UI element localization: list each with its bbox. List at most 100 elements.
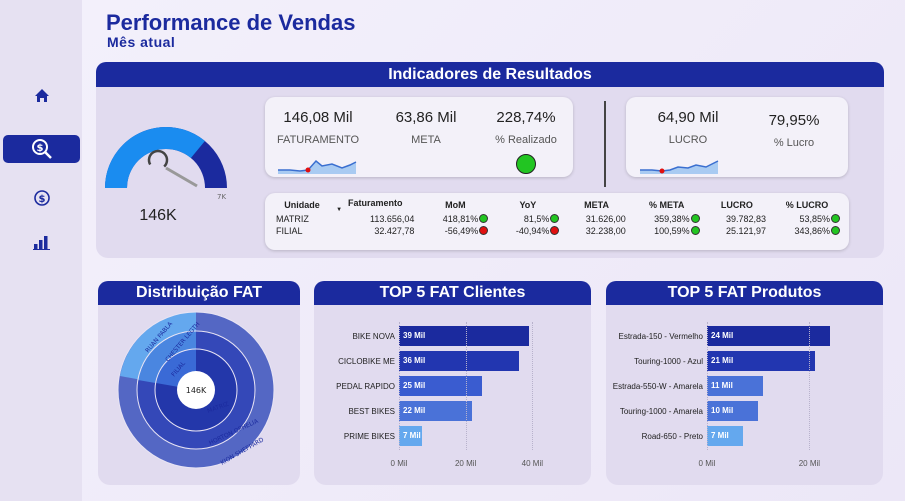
bar-data-label: 11 Mil [711, 381, 733, 390]
home-icon [34, 89, 49, 102]
status-dot [479, 214, 489, 223]
column-header-faturamento[interactable]: Faturamento ▼ [332, 196, 418, 213]
nav-finance-button[interactable]: $ [3, 184, 80, 212]
x-tick-label: 0 Mil [390, 459, 408, 468]
cell-unidade: FILIAL [276, 226, 303, 236]
cell-mom: -56,49% [418, 225, 492, 237]
status-dot [831, 226, 840, 235]
cell-pct-meta: 359,38% [630, 213, 704, 225]
bar[interactable]: 39 Mil [399, 326, 529, 346]
status-dot [831, 214, 840, 223]
column-header-meta[interactable]: META [563, 196, 629, 213]
gauge-max-label: 7K [217, 193, 226, 201]
svg-text:$: $ [38, 194, 45, 205]
nav-home-button[interactable] [3, 82, 80, 110]
cell-pct-lucro: 53,85% [770, 213, 844, 225]
cell-meta: 32.238,00 [585, 226, 626, 236]
bar-category-label: PRIME BIKES [343, 432, 395, 441]
lucro-value: 64,90 Mil [657, 109, 719, 126]
distribution-sunburst: 146K RUAN PABLA CHESTER LEGTH FILIAL MAT… [117, 311, 275, 469]
cell-unidade: MATRIZ [276, 214, 309, 224]
faturamento-label: FATURAMENTO [276, 134, 360, 146]
cell-pct-meta: 100,59% [630, 225, 704, 237]
status-dot [690, 226, 700, 235]
table-header-row: Unidade Faturamento ▼ MoM YoY META % META… [272, 196, 844, 213]
gauge-value: 146K [139, 207, 177, 224]
bar-category-label: Estrada-550-W - Amarela [612, 382, 703, 391]
column-header-unidade[interactable]: Unidade [272, 196, 332, 213]
bar[interactable]: 7 Mil [399, 426, 423, 446]
bar-category-label: BEST BIKES [348, 407, 395, 416]
indicators-banner: Indicadores de Resultados [96, 62, 884, 87]
column-header-pct-meta[interactable]: % META [630, 196, 704, 213]
bar-category-label: PEDAL RAPIDO [336, 382, 395, 391]
sunburst-center-label: 146K [186, 386, 207, 395]
bar-chart-icon [32, 236, 50, 250]
nav-search-button[interactable]: $ [3, 135, 80, 163]
gridline [707, 322, 708, 450]
x-tick-label: 20 Mil [798, 459, 821, 468]
realizado-label: % Realizado [495, 134, 557, 146]
meta-value: 63,86 Mil [395, 109, 457, 126]
gridline [399, 322, 400, 450]
table-row[interactable]: MATRIZ 113.656,04 418,81% 81,5% 31.626,0… [272, 213, 844, 225]
status-dot [690, 214, 700, 223]
pct-lucro-label: % Lucro [773, 137, 815, 149]
bar-data-label: 25 Mil [403, 381, 426, 390]
cell-yoy: -40,94% [492, 225, 563, 237]
revenue-gauge: 7K [105, 127, 227, 201]
bar-data-label: 36 Mil [403, 356, 426, 365]
realizado-value: 228,74% [496, 109, 556, 126]
bar-category-label: BIKE NOVA [352, 332, 395, 341]
bar-data-label: 21 Mil [711, 356, 734, 365]
column-header-pct-lucro[interactable]: % LUCRO [770, 196, 844, 213]
cell-faturamento: 113.656,04 [370, 214, 415, 224]
status-dot [550, 226, 560, 235]
cell-lucro: 39.782,83 [725, 214, 766, 224]
gridline [532, 322, 534, 450]
cell-pct-lucro: 343,86% [770, 225, 844, 237]
cell-lucro: 25.121,97 [725, 226, 766, 236]
bar[interactable]: 7 Mil [707, 426, 743, 446]
cell-yoy: 81,5% [492, 213, 563, 225]
nav-reports-button[interactable] [3, 228, 80, 256]
bar[interactable]: 36 Mil [399, 351, 519, 371]
column-header-mom[interactable]: MoM [418, 196, 492, 213]
bar[interactable]: 22 Mil [399, 401, 473, 421]
x-tick-label: 20 Mil [454, 459, 477, 468]
gridline [465, 322, 467, 450]
bar-category-label: Touring-1000 - Azul [634, 357, 703, 366]
cell-meta: 31.626,00 [585, 214, 626, 224]
distribution-banner: Distribuição FAT [98, 281, 300, 305]
bar[interactable]: 25 Mil [399, 376, 483, 396]
bar-data-label: 24 Mil [711, 331, 734, 340]
bar[interactable]: 21 Mil [707, 351, 815, 371]
bar-category-label: Road-650 - Preto [641, 432, 703, 441]
search-dollar-icon: $ [31, 139, 52, 159]
x-tick-label: 40 Mil [521, 459, 543, 468]
cell-faturamento: 32.427,78 [374, 226, 415, 236]
column-header-lucro[interactable]: LUCRO [704, 196, 770, 213]
bar-data-label: 10 Mil [711, 406, 734, 415]
bar-data-label: 22 Mil [403, 406, 426, 415]
bar[interactable]: 24 Mil [707, 326, 830, 346]
svg-text:$: $ [36, 143, 43, 154]
lucro-label: LUCRO [668, 134, 708, 146]
bar[interactable]: 11 Mil [707, 376, 764, 396]
realizado-status-indicator [516, 154, 536, 174]
x-tick-label: 0 Mil [698, 459, 716, 468]
dollar-icon: $ [33, 190, 50, 206]
divider [604, 101, 606, 187]
column-header-yoy[interactable]: YoY [492, 196, 563, 213]
table-row[interactable]: FILIAL 32.427,78 -56,49% -40,94% 32.238,… [272, 225, 844, 237]
pct-lucro-value: 79,95% [768, 112, 820, 129]
sidebar: $ $ [0, 0, 82, 501]
bar-category-label: Touring-1000 - Amarela [619, 407, 703, 416]
meta-label: META [411, 134, 441, 146]
bar[interactable]: 10 Mil [707, 401, 759, 421]
bar-category-label: CICLOBIKE ME [338, 357, 395, 366]
lucro-sparkline [640, 160, 719, 174]
status-dot [550, 214, 560, 223]
page-subtitle: Mês atual [107, 34, 176, 50]
bar-category-label: Estrada-150 - Vermelho [618, 332, 704, 341]
